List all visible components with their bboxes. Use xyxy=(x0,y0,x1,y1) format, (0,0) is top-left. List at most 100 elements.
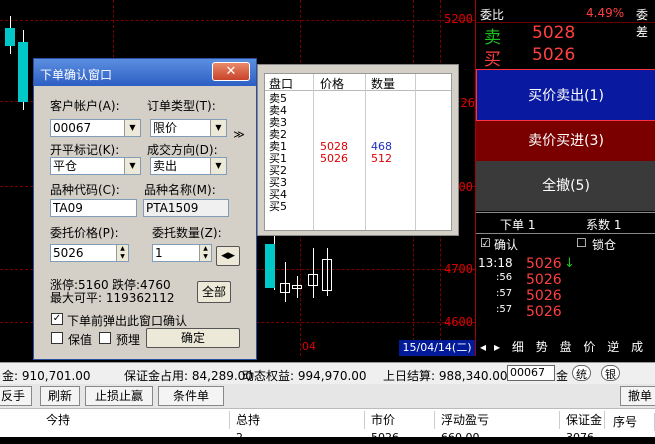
candle-body xyxy=(280,283,290,293)
lock-checkbox[interactable]: ☐ xyxy=(576,236,587,250)
expand-icon[interactable]: ≫ xyxy=(232,125,246,147)
open-close-select[interactable]: 平仓 ▼ xyxy=(50,157,141,175)
weibi-value: 4.49% xyxy=(586,6,625,20)
mini-tab[interactable]: 逆 xyxy=(607,338,619,355)
market-depth-panel: 盘口 价格 数量 卖5 卖4 卖3 卖2 卖1 5028 468 买1 5026 512… xyxy=(257,64,459,236)
direction-label: 成交方向(D): xyxy=(147,143,218,157)
open-close-label: 开平标记(K): xyxy=(50,143,120,157)
price-label: 委托价格(P): xyxy=(50,226,119,240)
candle-body xyxy=(5,28,15,46)
coef-label[interactable]: 系数 1 xyxy=(586,216,621,233)
price-stepper[interactable]: 5026 ▲ ▼ xyxy=(50,244,129,262)
order-type-select[interactable]: 限价 ▼ xyxy=(150,119,227,137)
sell-at-bid-button[interactable]: 买价卖出(1) xyxy=(476,69,655,121)
col-header-total[interactable]: 总持 xyxy=(230,411,365,429)
order-qty-row: 下单 1 系数 1 xyxy=(476,212,655,234)
tick-row: :57 5026 xyxy=(476,288,655,304)
price-label: 4600 xyxy=(444,315,473,329)
tick-price: 5026 xyxy=(526,288,562,304)
confirm-button[interactable]: 确定 xyxy=(146,328,240,348)
depth-row[interactable]: 买1 5026 512 xyxy=(267,153,449,165)
spinner-arrows-icon[interactable]: ▲ ▼ xyxy=(199,245,211,261)
depth-row[interactable]: 卖2 xyxy=(267,129,449,141)
popup-confirm-label: 下单前弹出此窗口确认 xyxy=(67,314,188,328)
direction-select[interactable]: 卖出 ▼ xyxy=(150,157,227,175)
position-grid: 今持 总持 市价 浮动盈亏 保证金 序号 2 5026 660.00 3076 xyxy=(0,408,655,444)
chevron-down-icon[interactable]: ▼ xyxy=(210,120,226,136)
grid-cell: 2 xyxy=(236,431,243,444)
mini-tab[interactable]: 成 xyxy=(631,338,643,355)
depth-row[interactable]: 卖1 5028 468 xyxy=(267,141,449,153)
ask-row: 卖 5028 xyxy=(476,22,655,48)
buy-at-ask-button[interactable]: 卖价买进(3) xyxy=(476,121,655,161)
depth-row[interactable]: 卖3 xyxy=(267,117,449,129)
scroll-left-icon[interactable]: ◂ xyxy=(480,340,486,354)
depth-table: 盘口 价格 数量 卖5 卖4 卖3 卖2 卖1 5028 468 买1 5026 512… xyxy=(264,73,452,231)
code-label: 品种代码(C): xyxy=(50,183,120,197)
grid-cell: 660.00 xyxy=(441,431,480,444)
qty-stepper[interactable]: 1 ▲ ▼ xyxy=(152,244,212,262)
account-select[interactable]: 00067 xyxy=(507,365,555,381)
mini-tab[interactable]: 价 xyxy=(583,338,595,355)
chevron-down-icon[interactable]: ▼ xyxy=(210,158,226,174)
prebuy-checkbox[interactable] xyxy=(99,332,111,344)
candle-wick xyxy=(313,248,314,298)
depth-row[interactable]: 买4 xyxy=(267,189,449,201)
tick-list: 13:18 5026 ↓ :56 5026 :57 5026 :57 5026 xyxy=(476,256,655,320)
qty-adjust-button[interactable]: ◀▶ xyxy=(216,246,240,266)
name-label: 品种名称(M): xyxy=(144,183,216,197)
bid-price: 5026 xyxy=(532,45,576,65)
depth-row[interactable]: 买2 xyxy=(267,165,449,177)
candle-body xyxy=(322,259,332,291)
tick-row: :56 5026 xyxy=(476,272,655,288)
prebuy-label: 预埋 xyxy=(116,333,141,347)
col-header-market-price[interactable]: 市价 xyxy=(365,411,435,429)
depth-row[interactable]: 买5 xyxy=(267,201,449,213)
spinner-arrows-icon[interactable]: ▲ ▼ xyxy=(116,245,128,261)
refresh-button[interactable]: 刷新 xyxy=(40,386,80,406)
candle-body xyxy=(292,285,302,289)
bid-label: 买 xyxy=(484,50,501,70)
all-button[interactable]: 全部 xyxy=(197,281,231,303)
account-label: 客户帐户(A): xyxy=(50,99,120,113)
order-qty-label[interactable]: 下单 1 xyxy=(500,216,535,233)
gold-label: 金 xyxy=(556,369,569,383)
hedge-checkbox[interactable] xyxy=(51,332,63,344)
mini-tab[interactable]: 细 xyxy=(512,338,524,355)
account-summary-bar: 金: 910,701.00 保证金占用: 84,289.00 动态权益: 994… xyxy=(0,362,655,384)
chevron-down-icon[interactable]: ▼ xyxy=(124,120,140,136)
date-tag: 15/04/14(二) xyxy=(399,340,475,356)
col-header-seq[interactable]: 序号 xyxy=(607,413,655,431)
withdraw-button[interactable]: 撤单 xyxy=(620,386,655,406)
mini-tab-bar: ◂ ▸ 细 势 盘 价 逆 成 xyxy=(476,338,655,356)
col-header-today[interactable]: 今持 xyxy=(40,411,230,429)
sync-button[interactable]: 统 xyxy=(572,365,591,381)
reverse-button[interactable]: 反手 xyxy=(0,386,32,406)
tick-time: 13:18 xyxy=(478,256,513,270)
col-header-float-pnl[interactable]: 浮动盈亏 xyxy=(435,411,560,429)
popup-confirm-checkbox[interactable]: ✓ xyxy=(51,313,63,325)
depth-row[interactable]: 买3 xyxy=(267,177,449,189)
depth-row[interactable]: 卖5 xyxy=(267,93,449,105)
scroll-right-icon[interactable]: ▸ xyxy=(494,340,500,354)
chevron-down-icon[interactable]: ▼ xyxy=(124,158,140,174)
position-toolbar: 反手 刷新 止损止赢 条件单 撤单 xyxy=(0,384,655,408)
weibi-label: 委比 xyxy=(480,8,505,22)
mini-tab[interactable]: 势 xyxy=(536,338,548,355)
confirm-checkbox[interactable]: ☑ xyxy=(480,236,491,250)
tick-time: :57 xyxy=(496,304,513,315)
close-icon[interactable]: ✕ xyxy=(212,62,250,81)
mini-tab[interactable]: 盘 xyxy=(560,338,572,355)
silver-button[interactable]: 银 xyxy=(601,365,620,381)
cancel-all-button[interactable]: 全撤(5) xyxy=(476,161,655,211)
lock-label: 锁仓 xyxy=(592,238,617,252)
stop-loss-profit-button[interactable]: 止损止赢 xyxy=(85,386,153,406)
candle-body xyxy=(265,244,275,288)
col-header-margin[interactable]: 保证金 xyxy=(560,411,605,429)
depth-row[interactable]: 卖4 xyxy=(267,105,449,117)
tick-row: :57 5026 xyxy=(476,304,655,320)
account-select[interactable]: 00067 ▼ xyxy=(50,119,141,137)
code-input[interactable]: TA09 xyxy=(50,199,137,217)
options-row: ☑ 确认 ☐ 锁仓 xyxy=(476,235,655,253)
conditional-order-button[interactable]: 条件单 xyxy=(158,386,224,406)
